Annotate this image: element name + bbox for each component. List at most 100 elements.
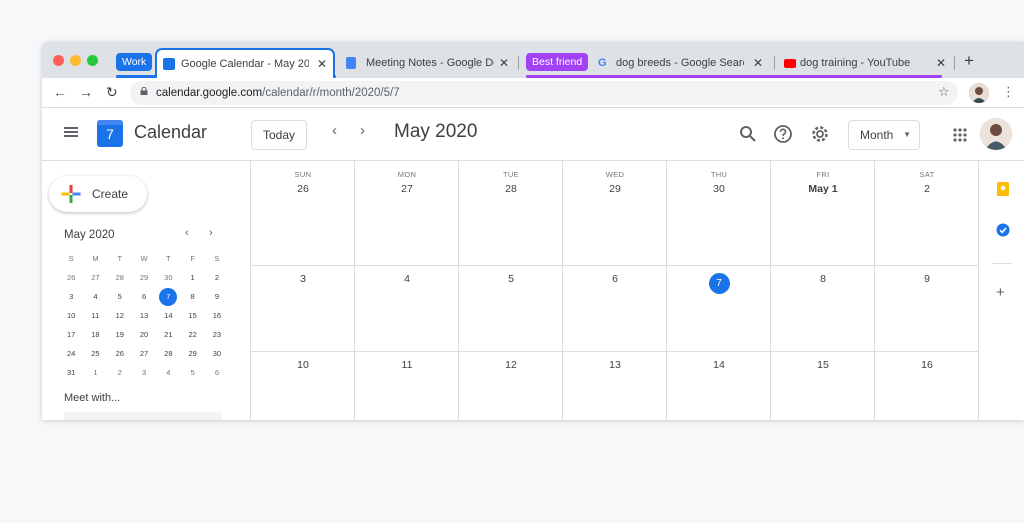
mini-day[interactable]: 25 — [83, 344, 107, 363]
keep-icon[interactable] — [996, 182, 1010, 196]
mini-day[interactable]: 4 — [156, 363, 180, 382]
date-number[interactable]: 12 — [459, 359, 563, 371]
mini-day[interactable]: 1 — [83, 363, 107, 382]
date-number[interactable]: 27 — [355, 183, 459, 195]
mini-day[interactable]: 10 — [59, 306, 83, 325]
address-bar[interactable]: calendar.google.com/calendar/r/month/202… — [130, 81, 958, 105]
day-cell[interactable]: 3 — [251, 273, 355, 285]
main-menu-icon[interactable] — [64, 127, 78, 137]
date-number[interactable]: 11 — [355, 359, 459, 371]
create-button[interactable]: Create — [49, 176, 147, 212]
mini-day[interactable]: 4 — [83, 287, 107, 306]
mini-day[interactable]: 26 — [59, 268, 83, 287]
forward-button[interactable]: → — [79, 84, 93, 100]
profile-avatar[interactable] — [969, 83, 989, 103]
day-cell[interactable]: 8 — [771, 273, 875, 285]
mini-day[interactable]: 12 — [108, 306, 132, 325]
close-tab-icon[interactable]: ✕ — [499, 48, 509, 78]
mini-day[interactable]: 31 — [59, 363, 83, 382]
mini-prev-month-button[interactable]: ‹ — [185, 227, 189, 239]
mini-day[interactable]: 5 — [180, 363, 204, 382]
previous-period-button[interactable]: ‹ — [332, 122, 337, 139]
close-window-button[interactable] — [53, 55, 64, 66]
day-cell[interactable]: 10 — [251, 359, 355, 371]
mini-day[interactable]: 6 — [205, 363, 229, 382]
mini-day[interactable]: 15 — [180, 306, 204, 325]
mini-day[interactable]: 29 — [180, 344, 204, 363]
tab-meeting-notes[interactable]: Meeting Notes - Google Do ✕ — [338, 48, 514, 78]
account-avatar[interactable] — [980, 118, 1012, 150]
day-cell[interactable]: 16 — [875, 359, 979, 371]
mini-day[interactable]: 30 — [205, 344, 229, 363]
date-number[interactable]: 28 — [459, 183, 563, 195]
date-number[interactable]: 2 — [875, 183, 979, 195]
mini-day[interactable]: 26 — [108, 344, 132, 363]
day-cell[interactable]: 9 — [875, 273, 979, 285]
day-cell[interactable]: 4 — [355, 273, 459, 285]
day-cell[interactable]: 7 — [667, 273, 771, 294]
today-date-number[interactable]: 7 — [667, 273, 771, 294]
mini-day[interactable]: 28 — [108, 268, 132, 287]
tab-dog-breeds[interactable]: G dog breeds - Google Searc ✕ — [592, 48, 772, 78]
close-tab-icon[interactable]: ✕ — [936, 48, 946, 78]
date-number[interactable]: 8 — [771, 273, 875, 285]
date-number[interactable]: 6 — [563, 273, 667, 285]
date-number[interactable]: May 1 — [771, 183, 875, 195]
day-cell[interactable]: 11 — [355, 359, 459, 371]
day-cell[interactable]: 14 — [667, 359, 771, 371]
mini-day[interactable]: 1 — [180, 268, 204, 287]
view-select[interactable]: Month ▼ — [848, 120, 920, 150]
new-tab-button[interactable]: + — [964, 51, 974, 71]
date-number[interactable]: 3 — [251, 273, 355, 285]
next-period-button[interactable]: › — [360, 122, 365, 139]
mini-day[interactable]: 16 — [205, 306, 229, 325]
date-number[interactable]: 10 — [251, 359, 355, 371]
maximize-window-button[interactable] — [87, 55, 98, 66]
mini-day[interactable]: 18 — [83, 325, 107, 344]
day-cell[interactable]: WED 29 — [563, 170, 667, 195]
tasks-icon[interactable] — [996, 223, 1010, 237]
help-icon[interactable] — [773, 124, 793, 144]
mini-day[interactable]: 27 — [83, 268, 107, 287]
browser-menu-icon[interactable]: ⋮ — [1002, 84, 1015, 100]
date-number[interactable]: 26 — [251, 183, 355, 195]
mini-next-month-button[interactable]: › — [209, 227, 213, 239]
mini-day[interactable]: 23 — [205, 325, 229, 344]
day-cell[interactable]: TUE 28 — [459, 170, 563, 195]
search-icon[interactable] — [738, 124, 758, 144]
date-number[interactable]: 15 — [771, 359, 875, 371]
date-number[interactable]: 30 — [667, 183, 771, 195]
mini-day[interactable]: 30 — [156, 268, 180, 287]
close-tab-icon[interactable]: ✕ — [317, 49, 327, 79]
day-cell[interactable]: 13 — [563, 359, 667, 371]
mini-day[interactable]: 29 — [132, 268, 156, 287]
mini-day[interactable]: 24 — [59, 344, 83, 363]
mini-day[interactable]: 19 — [108, 325, 132, 344]
date-number[interactable]: 5 — [459, 273, 563, 285]
minimize-window-button[interactable] — [70, 55, 81, 66]
bookmark-star-icon[interactable]: ☆ — [938, 84, 950, 100]
mini-day[interactable]: 20 — [132, 325, 156, 344]
tab-google-calendar[interactable]: Google Calendar - May 20 ✕ — [155, 48, 335, 79]
mini-day[interactable]: 13 — [132, 306, 156, 325]
calendar-logo[interactable]: 7 — [97, 120, 123, 147]
mini-day[interactable]: 21 — [156, 325, 180, 344]
tab-dog-training[interactable]: dog training - YouTube ✕ — [776, 48, 952, 78]
day-cell[interactable]: 12 — [459, 359, 563, 371]
search-for-people-input[interactable] — [64, 412, 222, 420]
mini-day[interactable]: 22 — [180, 325, 204, 344]
reload-button[interactable]: ↻ — [106, 84, 118, 101]
date-number[interactable]: 29 — [563, 183, 667, 195]
mini-day[interactable]: 2 — [205, 268, 229, 287]
app-name[interactable]: Calendar — [134, 122, 207, 143]
tab-group-best-friend[interactable]: Best friend — [526, 53, 589, 71]
date-number[interactable]: 14 — [667, 359, 771, 371]
get-add-ons-button[interactable]: + — [996, 284, 1005, 301]
mini-day[interactable]: 3 — [59, 287, 83, 306]
day-cell[interactable]: THU 30 — [667, 170, 771, 195]
today-button[interactable]: Today — [251, 120, 307, 150]
date-number[interactable]: 9 — [875, 273, 979, 285]
day-cell[interactable]: 5 — [459, 273, 563, 285]
mini-day-selected[interactable]: 7 — [156, 287, 180, 306]
date-number[interactable]: 13 — [563, 359, 667, 371]
